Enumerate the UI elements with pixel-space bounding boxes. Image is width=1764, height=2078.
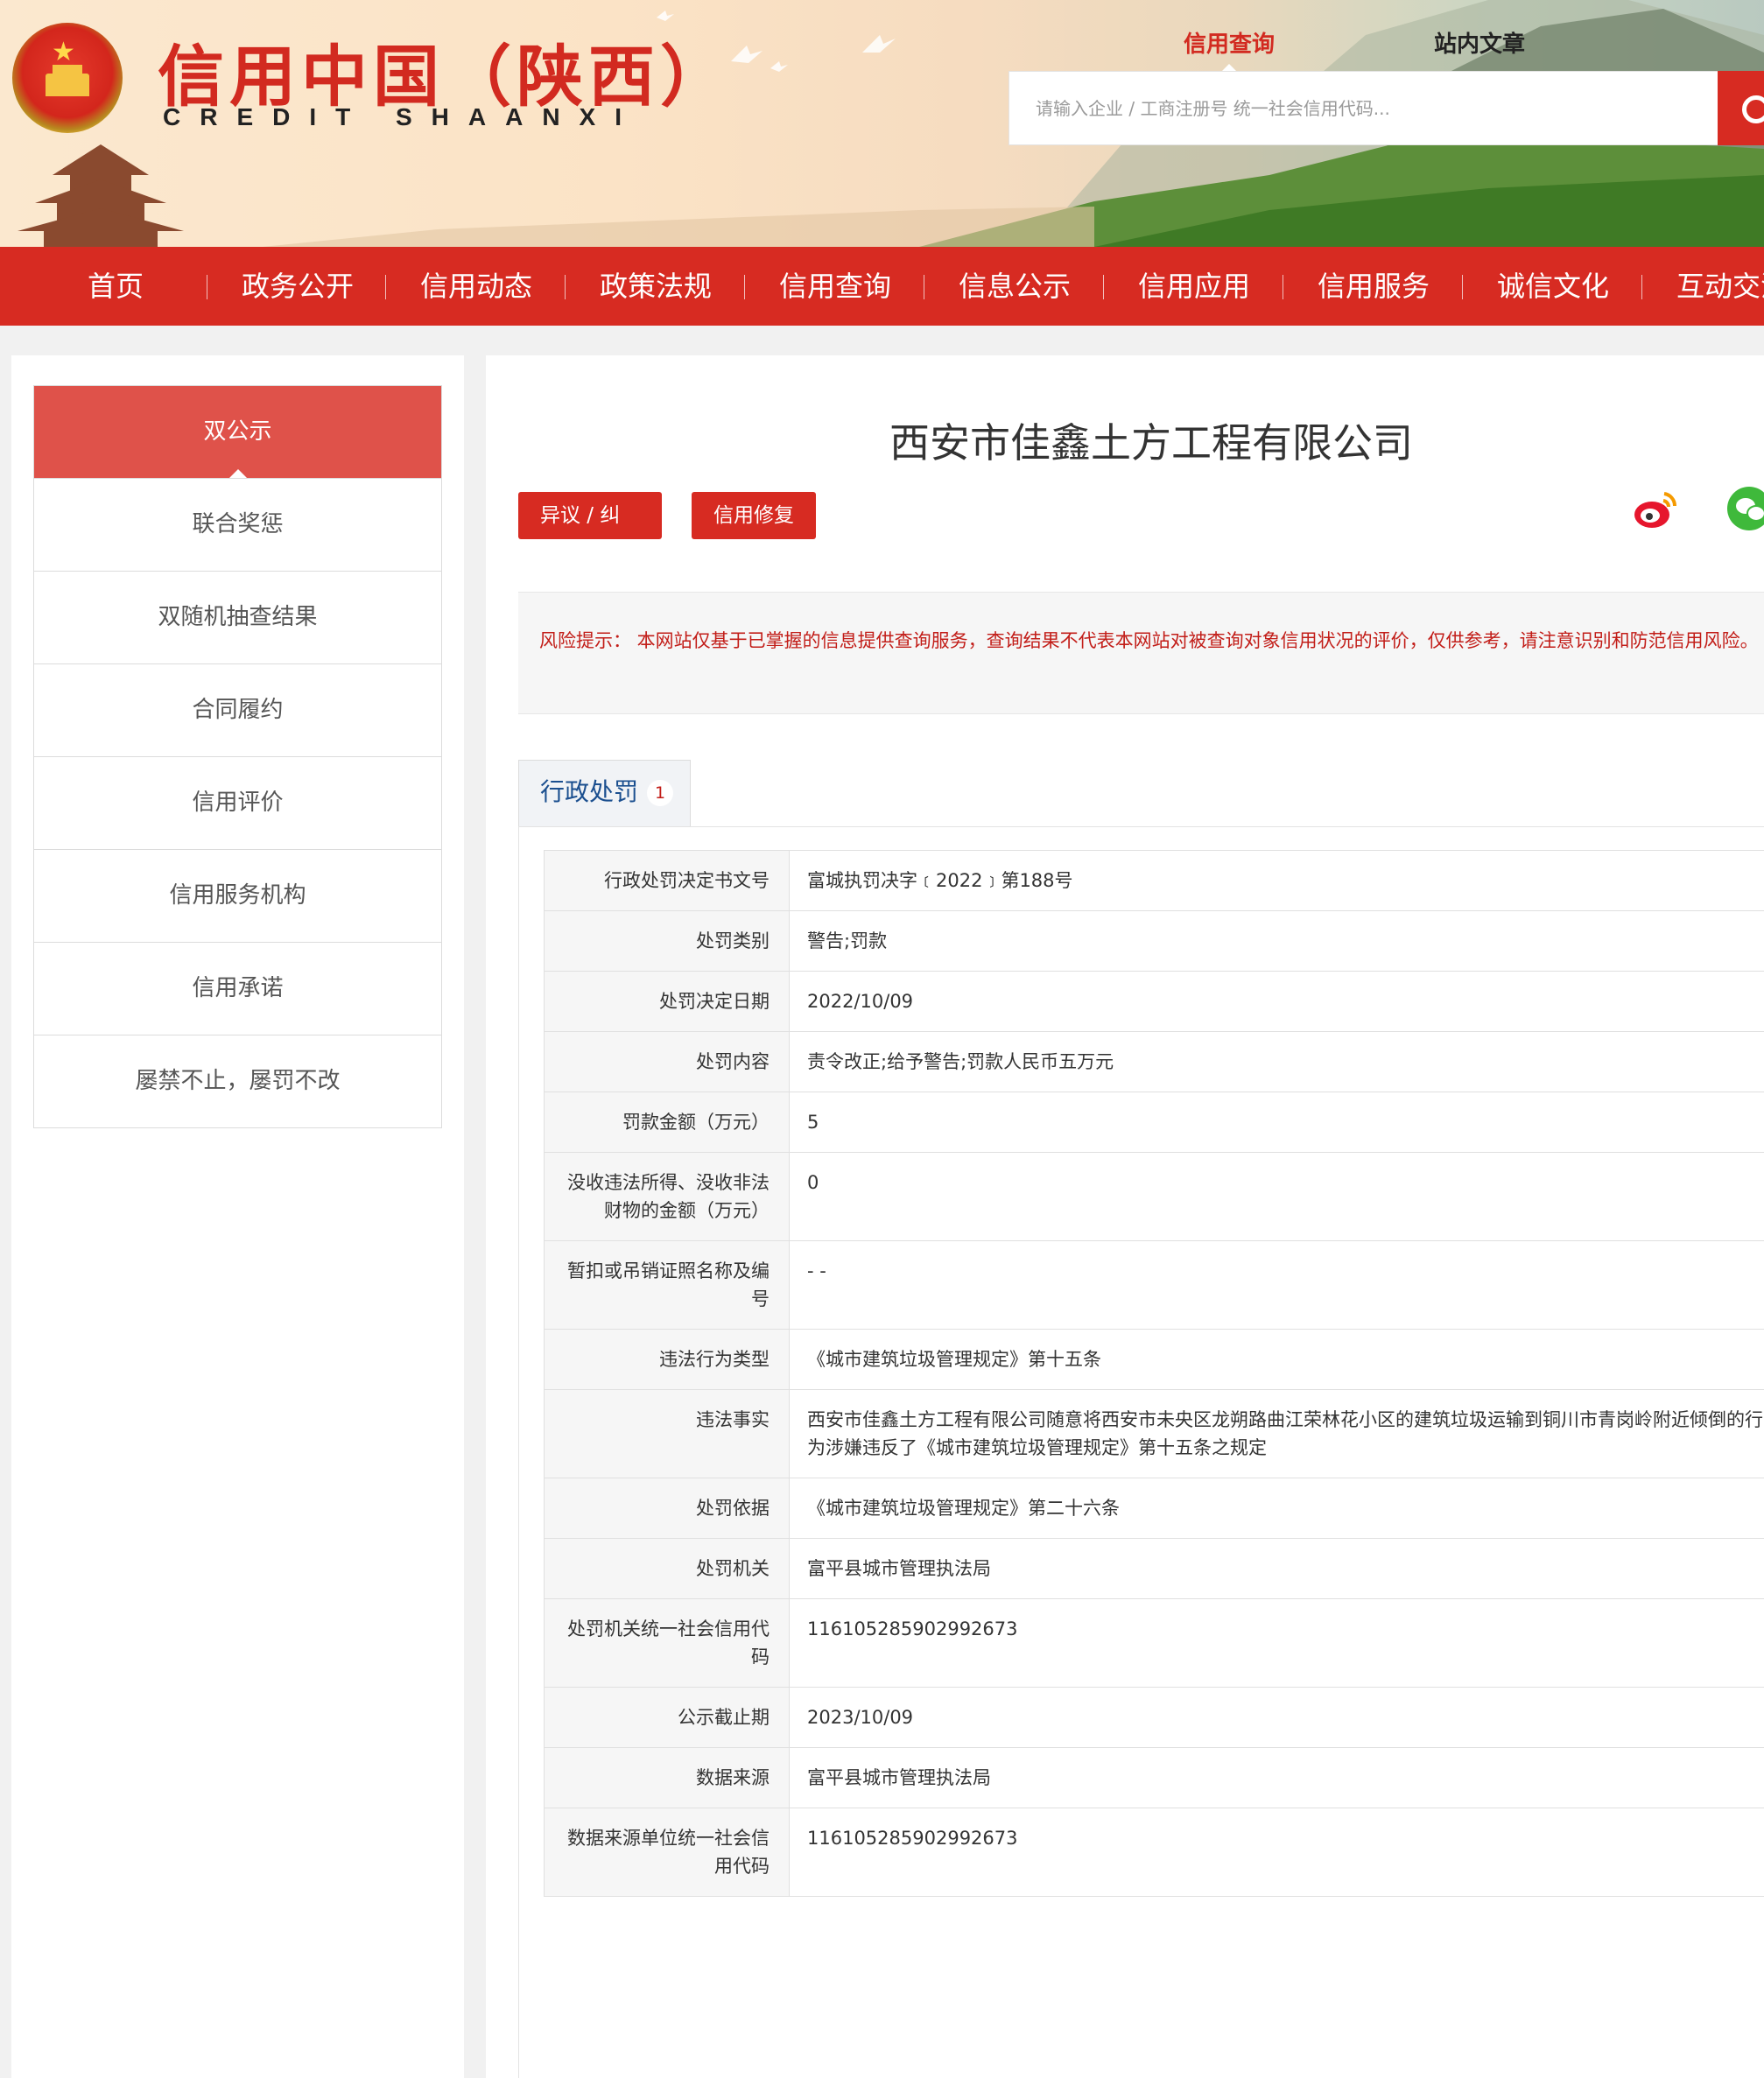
nav-credit-services[interactable]: 信用服务 [1318, 247, 1430, 326]
nav-separator [385, 275, 386, 299]
search-input[interactable] [1009, 72, 1718, 144]
table-row: 处罚决定日期 2022/10/09 [544, 971, 1764, 1032]
search-button[interactable] [1718, 71, 1764, 145]
field-label: 暂扣或吊销证照名称及编号 [544, 1240, 790, 1330]
table-row: 公示截止期 2023/10/09 [544, 1687, 1764, 1748]
nav-interaction[interactable]: 互动交流 [1676, 247, 1764, 326]
tiananmen-gate-shape [46, 65, 89, 96]
table-row: 罚款金额（万元） 5 [544, 1092, 1764, 1153]
field-value: 2022/10/09 [789, 971, 1764, 1032]
national-emblem-icon: ★ [12, 23, 123, 133]
search-icon [1742, 95, 1764, 123]
field-value: 富平县城市管理执法局 [789, 1538, 1764, 1599]
field-value: - - [789, 1240, 1764, 1330]
table-row: 数据来源单位统一社会信用代码 116105285902992673 [544, 1808, 1764, 1897]
table-row: 没收违法所得、没收非法财物的金额（万元） 0 [544, 1152, 1764, 1241]
table-row: 违法行为类型 《城市建筑垃圾管理规定》第十五条 [544, 1329, 1764, 1390]
field-label: 罚款金额（万元） [544, 1092, 790, 1153]
tab-administrative-penalty-label: 行政处罚 [540, 777, 639, 806]
credit-repair-button[interactable]: 信用修复 [692, 492, 816, 539]
field-label: 没收违法所得、没收非法财物的金额（万元） [544, 1152, 790, 1241]
field-value: 0 [789, 1152, 1764, 1241]
field-value: 警告;罚款 [789, 910, 1764, 972]
field-label: 处罚决定日期 [544, 971, 790, 1032]
sidebar-item-double-disclosure[interactable]: 双公示 [34, 386, 441, 478]
table-row: 处罚机关 富平县城市管理执法局 [544, 1538, 1764, 1599]
risk-warning-label: 风险提示： [539, 630, 631, 651]
field-label: 行政处罚决定书文号 [544, 850, 790, 911]
table-row: 违法事实 西安市佳鑫土方工程有限公司随意将西安市未央区龙朔路曲江荣林花小区的建筑… [544, 1389, 1764, 1478]
nav-credit-application[interactable]: 信用应用 [1138, 247, 1250, 326]
nav-credit-query[interactable]: 信用查询 [779, 247, 891, 326]
nav-separator [744, 275, 745, 299]
nav-policies[interactable]: 政策法规 [600, 247, 712, 326]
search-box [1009, 71, 1719, 145]
field-value: 5 [789, 1092, 1764, 1153]
nav-separator [565, 275, 566, 299]
field-value: 富平县城市管理执法局 [789, 1747, 1764, 1808]
nav-separator [1641, 275, 1642, 299]
field-label: 数据来源单位统一社会信用代码 [544, 1808, 790, 1897]
table-row: 处罚内容 责令改正;给予警告;罚款人民币五万元 [544, 1031, 1764, 1092]
nav-credit-news[interactable]: 信用动态 [420, 247, 532, 326]
field-value: 西安市佳鑫土方工程有限公司随意将西安市未央区龙朔路曲江荣林花小区的建筑垃圾运输到… [789, 1389, 1764, 1478]
star-icon: ★ [52, 37, 75, 67]
sidebar: 双公示 联合奖惩 双随机抽查结果 合同履约 信用评价 信用服务机构 信用承诺 屡… [11, 355, 464, 2078]
field-value: 责令改正;给予警告;罚款人民币五万元 [789, 1031, 1764, 1092]
risk-warning: 风险提示： 本网站仅基于已掌握的信息提供查询服务，查询结果不代表本网站对被查询对… [518, 592, 1764, 714]
tab-administrative-penalty[interactable]: 行政处罚 1 [518, 760, 691, 826]
main-nav: 首页 政务公开 信用动态 政策法规 信用查询 信息公示 信用应用 信用服务 诚信… [0, 247, 1764, 326]
field-value: 《城市建筑垃圾管理规定》第二十六条 [789, 1478, 1764, 1539]
nav-separator [1462, 275, 1463, 299]
sidebar-item-repeated-offenders[interactable]: 屡禁不止，屡罚不改 [34, 1035, 441, 1127]
penalty-panel: 行政处罚决定书文号 富城执罚决字﹝2022﹞第188号 处罚类别 警告;罚款 处… [518, 826, 1764, 2078]
sidebar-menu: 双公示 联合奖惩 双随机抽查结果 合同履约 信用评价 信用服务机构 信用承诺 屡… [33, 385, 442, 1128]
nav-info-disclosure[interactable]: 信息公示 [959, 247, 1071, 326]
nav-integrity-culture[interactable]: 诚信文化 [1497, 247, 1609, 326]
table-row: 处罚机关统一社会信用代码 116105285902992673 [544, 1598, 1764, 1688]
field-label: 处罚机关统一社会信用代码 [544, 1598, 790, 1688]
objection-correction-button[interactable]: 异议 / 纠错 [518, 492, 662, 574]
table-row: 处罚依据 《城市建筑垃圾管理规定》第二十六条 [544, 1478, 1764, 1539]
field-label: 违法行为类型 [544, 1329, 790, 1390]
nav-separator [1103, 275, 1104, 299]
penalty-detail-table: 行政处罚决定书文号 富城执罚决字﹝2022﹞第188号 处罚类别 警告;罚款 处… [544, 850, 1764, 1897]
tab-site-articles[interactable]: 站内文章 [1434, 26, 1525, 59]
table-row: 数据来源 富平县城市管理执法局 [544, 1747, 1764, 1808]
field-value: 《城市建筑垃圾管理规定》第十五条 [789, 1329, 1764, 1390]
table-row: 暂扣或吊销证照名称及编号 - - [544, 1240, 1764, 1330]
main-content: 西安市佳鑫土方工程有限公司 异议 / 纠错 信用修复 风险提示： 本网站仅基于已… [486, 355, 1764, 2078]
site-logo-subtitle: CREDIT SHAANXI [163, 103, 642, 130]
sidebar-item-credit-evaluation[interactable]: 信用评价 [34, 756, 441, 849]
nav-government-affairs[interactable]: 政务公开 [242, 247, 354, 326]
field-label: 处罚机关 [544, 1538, 790, 1599]
pagoda-tower-image [18, 144, 184, 247]
field-value: 116105285902992673 [789, 1808, 1764, 1897]
sidebar-item-credit-service-agencies[interactable]: 信用服务机构 [34, 849, 441, 942]
record-tabs: 行政处罚 1 [518, 760, 1764, 827]
tab-credit-query[interactable]: 信用查询 [1184, 26, 1275, 71]
field-label: 数据来源 [544, 1747, 790, 1808]
field-value: 富城执罚决字﹝2022﹞第188号 [789, 850, 1764, 911]
sidebar-item-credit-commitment[interactable]: 信用承诺 [34, 942, 441, 1035]
field-label: 处罚内容 [544, 1031, 790, 1092]
field-label: 处罚类别 [544, 910, 790, 972]
sidebar-item-joint-rewards-penalties[interactable]: 联合奖惩 [34, 478, 441, 571]
sidebar-item-random-inspection[interactable]: 双随机抽查结果 [34, 571, 441, 663]
risk-warning-text: 本网站仅基于已掌握的信息提供查询服务，查询结果不代表本网站对被查询对象信用状况的… [631, 630, 1759, 651]
company-name: 西安市佳鑫土方工程有限公司 [889, 419, 1413, 467]
field-value: 116105285902992673 [789, 1598, 1764, 1688]
field-label: 违法事实 [544, 1389, 790, 1478]
wechat-share-icon[interactable] [1727, 487, 1764, 530]
header-banner: ★ 信用中国（陕西） CREDIT SHAANXI 信用查询 站内文章 [0, 0, 1764, 247]
field-label: 处罚依据 [544, 1478, 790, 1539]
field-label: 公示截止期 [544, 1687, 790, 1748]
table-row: 行政处罚决定书文号 富城执罚决字﹝2022﹞第188号 [544, 850, 1764, 911]
tab-count-badge: 1 [647, 780, 674, 806]
weibo-share-icon[interactable] [1631, 485, 1680, 534]
table-row: 处罚类别 警告;罚款 [544, 910, 1764, 972]
field-value: 2023/10/09 [789, 1687, 1764, 1748]
sidebar-item-contract-performance[interactable]: 合同履约 [34, 663, 441, 756]
nav-home[interactable]: 首页 [88, 247, 144, 326]
